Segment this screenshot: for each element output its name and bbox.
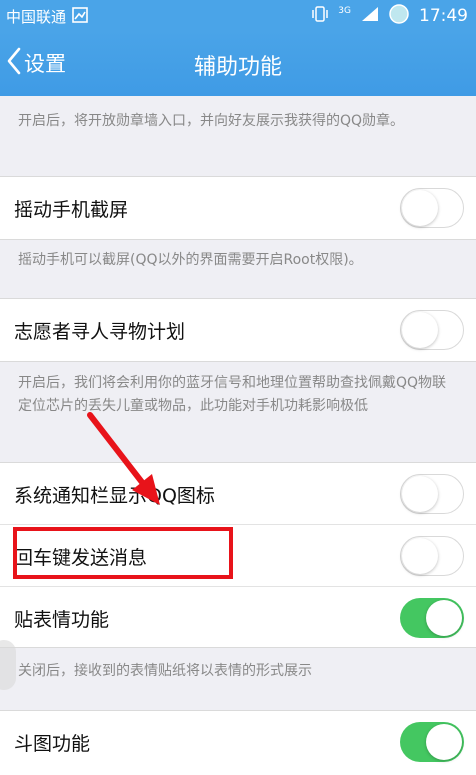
toggle-knob bbox=[426, 724, 462, 760]
setting-label: 斗图功能 bbox=[14, 733, 91, 755]
network-icon: 3G bbox=[338, 6, 351, 16]
setting-label: 系统通知栏显示QQ图标 bbox=[14, 485, 215, 507]
carrier-name: 中国联通 bbox=[6, 8, 67, 26]
floating-handle[interactable] bbox=[0, 640, 16, 690]
meme-battle-toggle[interactable] bbox=[400, 722, 464, 762]
setting-row-notification-icon[interactable]: 系统通知栏显示QQ图标 bbox=[0, 463, 476, 525]
toggle-knob bbox=[402, 190, 438, 226]
setting-row-shake-screenshot[interactable]: 摇动手机截屏 bbox=[0, 176, 476, 240]
page-title: 辅助功能 bbox=[193, 55, 282, 80]
toggle-knob bbox=[402, 538, 438, 574]
sticker-toggle[interactable] bbox=[400, 598, 464, 638]
toggle-knob bbox=[426, 600, 462, 636]
toggle-knob bbox=[402, 476, 438, 512]
highlight-box bbox=[13, 527, 233, 579]
shake-description: 摇动手机可以截屏(QQ以外的界面需要开启Root权限)。 bbox=[18, 252, 363, 268]
toggle-knob bbox=[402, 312, 438, 348]
clock: 17:49 bbox=[419, 6, 468, 26]
signal-icon bbox=[361, 6, 379, 26]
volunteer-description: 开启后，我们将会利用你的蓝牙信号和地理位置帮助查找佩戴QQ物联定位芯片的丢失儿童… bbox=[18, 375, 447, 414]
volunteer-toggle[interactable] bbox=[400, 310, 464, 350]
enter-send-toggle[interactable] bbox=[400, 536, 464, 576]
vibrate-icon bbox=[312, 5, 329, 27]
medal-description: 开启后，将开放勋章墙入口，并向好友展示我获得的QQ勋章。 bbox=[18, 113, 405, 129]
setting-row-sticker[interactable]: 贴表情功能 bbox=[0, 587, 476, 649]
setting-row-meme-battle[interactable]: 斗图功能 bbox=[0, 710, 476, 775]
setting-label: 摇动手机截屏 bbox=[14, 199, 129, 221]
gallery-icon bbox=[72, 6, 88, 27]
setting-label: 志愿者寻人寻物计划 bbox=[14, 321, 186, 343]
battery-icon bbox=[389, 4, 409, 28]
shake-screenshot-toggle[interactable] bbox=[400, 188, 464, 228]
notification-icon-toggle[interactable] bbox=[400, 474, 464, 514]
sticker-description: 关闭后，接收到的表情贴纸将以表情的形式展示 bbox=[18, 663, 312, 679]
setting-label: 贴表情功能 bbox=[14, 609, 110, 631]
status-bar: 中国联通 3G 17:49 bbox=[0, 0, 476, 30]
setting-row-volunteer[interactable]: 志愿者寻人寻物计划 bbox=[0, 298, 476, 362]
nav-bar: 设置 辅助功能 bbox=[0, 30, 476, 96]
